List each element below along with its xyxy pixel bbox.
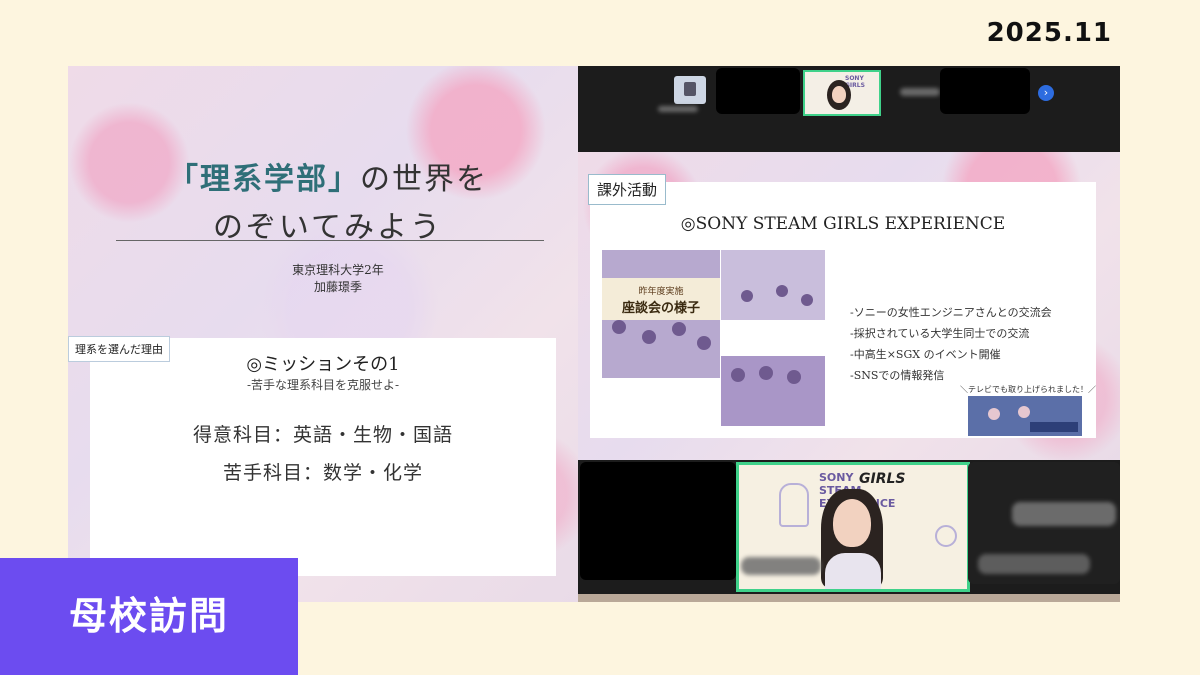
event-photo-2 <box>721 250 825 320</box>
mission-card: ◎ミッションその1 -苦手な理系科目を克服せよ- 得意科目：英語・生物・国語 苦… <box>90 338 556 576</box>
blurred-name-4 <box>1012 502 1116 526</box>
video-call-screen: 「理系学部」の世界を のぞいてみよう 東京理科大学2年 加藤璟季 ◎ミッションそ… <box>68 66 1120 602</box>
participant-video-other[interactable] <box>968 462 1120 584</box>
date-label: 2025.11 <box>986 18 1112 48</box>
participant-tile-active[interactable]: SONY GIRLS <box>803 70 881 116</box>
shared-slide-right: ◎SONY STEAM GIRLS EXPERIENCE 昨年度実施 座談会の様… <box>578 152 1120 460</box>
bottom-strip <box>578 594 1120 602</box>
blurred-name-3 <box>741 557 821 575</box>
speaker-shirt <box>825 553 881 589</box>
affiliation: 東京理科大学2年 <box>292 263 384 277</box>
next-participants-button[interactable]: › <box>1038 85 1054 101</box>
title-divider <box>116 240 544 241</box>
gear-icon <box>935 525 957 547</box>
photo-label-main: 座談会の様子 <box>621 301 700 316</box>
bullet-item: -SNSでの情報発信 <box>850 369 945 382</box>
participant-thumbnail[interactable] <box>674 76 706 104</box>
blurred-name <box>900 88 940 96</box>
author-block: 東京理科大学2年 加藤璟季 <box>268 262 408 296</box>
author-name: 加藤璟季 <box>313 280 362 294</box>
corner-label: 母校訪問 <box>0 558 298 675</box>
tv-note: ＼テレビでも取り上げられました！／ <box>960 385 1096 394</box>
girls-logo: GIRLS <box>859 471 906 487</box>
mission-subtitle: -苦手な理系科目を克服せよ- <box>246 378 400 392</box>
speaker-face <box>833 499 871 547</box>
event-photo-3 <box>721 356 825 426</box>
blurred-name-2 <box>658 106 698 112</box>
title-rest: の世界を <box>360 162 488 197</box>
sgx-title: ◎SONY STEAM GIRLS EXPERIENCE <box>680 214 1006 234</box>
photo-label-small: 昨年度実施 <box>638 287 684 297</box>
tv-screenshot <box>968 396 1082 436</box>
activity-tag: 課外活動 <box>588 174 667 205</box>
participant-tile-hidden[interactable] <box>716 68 800 114</box>
photo-label: 昨年度実施 座談会の様子 <box>602 278 720 320</box>
person-icon <box>684 82 696 96</box>
thumb-face <box>832 86 846 103</box>
activity-bullets: -ソニーの女性エンジニアさんとの交流会 -採択されている大学生同士での交流 -中… <box>850 302 1052 386</box>
slide-title: 「理系学部」の世界を のぞいてみよう <box>108 154 548 246</box>
activity-card: ◎SONY STEAM GIRLS EXPERIENCE 昨年度実施 座談会の様… <box>590 182 1096 438</box>
rocket-icon <box>779 483 809 527</box>
bullet-item: -ソニーの女性エンジニアさんとの交流会 <box>850 306 1052 319</box>
reason-tag: 理系を選んだ理由 <box>68 336 170 362</box>
blurred-name-5 <box>978 554 1090 574</box>
participant-tile-hidden-2[interactable] <box>940 68 1030 114</box>
title-accent: 「理系学部」 <box>168 162 360 197</box>
bullet-item: -採択されている大学生同士での交流 <box>850 327 1030 340</box>
shared-slide-left: 「理系学部」の世界を のぞいてみよう 東京理科大学2年 加藤璟季 ◎ミッションそ… <box>68 66 578 602</box>
strong-subjects: 得意科目：英語・生物・国語 <box>192 424 453 446</box>
bullet-item: -中高生×SGX のイベント開催 <box>850 348 1001 361</box>
participant-video-hidden[interactable] <box>580 462 736 580</box>
weak-subjects: 苦手科目：数学・化学 <box>222 462 423 484</box>
speaker-video[interactable]: SONY STEAM EXPERIENCE GIRLS <box>736 462 970 592</box>
